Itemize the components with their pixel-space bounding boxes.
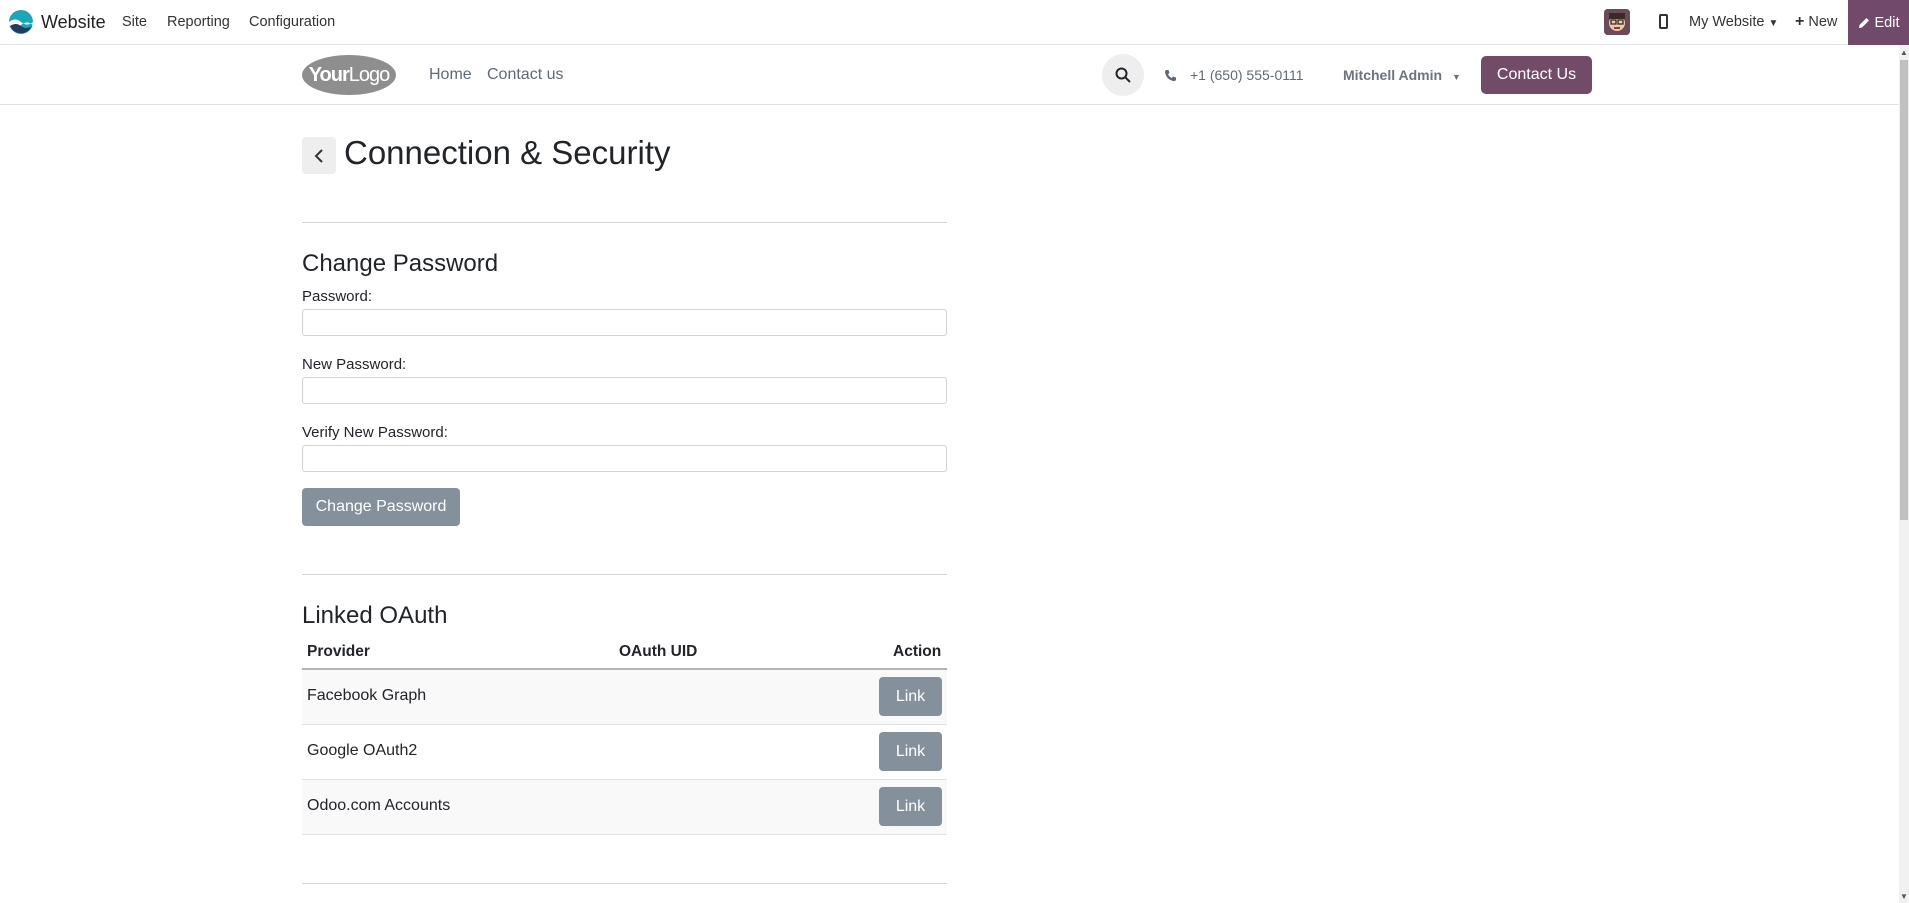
column-header-provider: Provider [307, 643, 370, 660]
column-header-oauth-uid: OAuth UID [619, 643, 698, 660]
user-avatar[interactable] [1604, 9, 1630, 35]
website-header: Your Logo Home Contact us +1 (650) 555-01… [0, 45, 1899, 105]
menu-configuration[interactable]: Configuration [249, 14, 335, 30]
edit-label: Edit [1874, 14, 1900, 31]
new-label: New [1808, 14, 1838, 30]
password-input[interactable] [302, 309, 947, 336]
nav-home[interactable]: Home [429, 66, 472, 84]
linked-oauth-heading: Linked OAuth [302, 602, 448, 629]
link-odoo-button[interactable]: Link [879, 787, 942, 826]
odoo-website-logo-icon[interactable] [8, 9, 34, 35]
provider-name: Google OAuth2 [307, 742, 418, 759]
verify-password-label: Verify New Password: [302, 424, 448, 441]
contact-us-button[interactable]: Contact Us [1481, 56, 1592, 94]
divider [302, 574, 947, 575]
table-row: Odoo.com Accounts Link [302, 780, 947, 835]
divider [302, 222, 947, 223]
chevron-left-icon [314, 148, 323, 163]
scrollbar-thumb[interactable] [1900, 60, 1908, 520]
admin-navbar: Website Site Reporting Configuration My … [0, 0, 1909, 45]
search-icon [1115, 67, 1131, 83]
link-facebook-button[interactable]: Link [879, 677, 942, 716]
provider-name: Facebook Graph [307, 687, 427, 704]
website-switcher-label: My Website [1689, 14, 1765, 30]
your-logo[interactable]: Your Logo [302, 55, 396, 95]
menu-site[interactable]: Site [122, 14, 147, 30]
user-menu[interactable]: Mitchell Admin ▼ [1343, 67, 1461, 83]
logo-text-bold: Your [308, 63, 350, 86]
back-button[interactable] [302, 137, 336, 174]
website-switcher[interactable]: My Website ▼ [1689, 14, 1778, 30]
menu-reporting[interactable]: Reporting [167, 14, 230, 30]
verify-password-input[interactable] [302, 445, 947, 472]
phone-number[interactable]: +1 (650) 555-0111 [1190, 67, 1304, 83]
change-password-button[interactable]: Change Password [302, 488, 460, 526]
link-google-button[interactable]: Link [879, 732, 942, 771]
plus-icon: + [1795, 13, 1805, 30]
divider [302, 883, 947, 884]
caret-down-icon: ▼ [1451, 72, 1461, 82]
caret-down-icon: ▼ [1768, 18, 1779, 29]
scroll-down-arrow-icon[interactable]: ▼ [1900, 892, 1908, 901]
provider-name: Odoo.com Accounts [307, 797, 451, 814]
column-header-action: Action [893, 643, 942, 660]
mobile-preview-icon[interactable] [1659, 14, 1668, 29]
page-title: Connection & Security [344, 134, 671, 171]
search-button[interactable] [1102, 54, 1144, 96]
user-name: Mitchell Admin [1343, 67, 1443, 83]
change-password-heading: Change Password [302, 250, 499, 277]
pencil-icon [1858, 17, 1869, 28]
nav-contact-us[interactable]: Contact us [487, 66, 563, 84]
scroll-up-arrow-icon[interactable]: ▲ [1900, 48, 1908, 57]
app-title[interactable]: Website [41, 12, 106, 33]
logo-text-rest: Logo [348, 63, 390, 86]
new-password-label: New Password: [302, 356, 407, 373]
new-button[interactable]: + New [1795, 13, 1837, 31]
new-password-input[interactable] [302, 377, 947, 404]
phone-icon [1165, 70, 1176, 82]
table-row: Google OAuth2 Link [302, 725, 947, 780]
password-label: Password: [302, 288, 373, 305]
edit-button[interactable]: Edit [1848, 0, 1909, 45]
table-row: Facebook Graph Link [302, 670, 947, 725]
